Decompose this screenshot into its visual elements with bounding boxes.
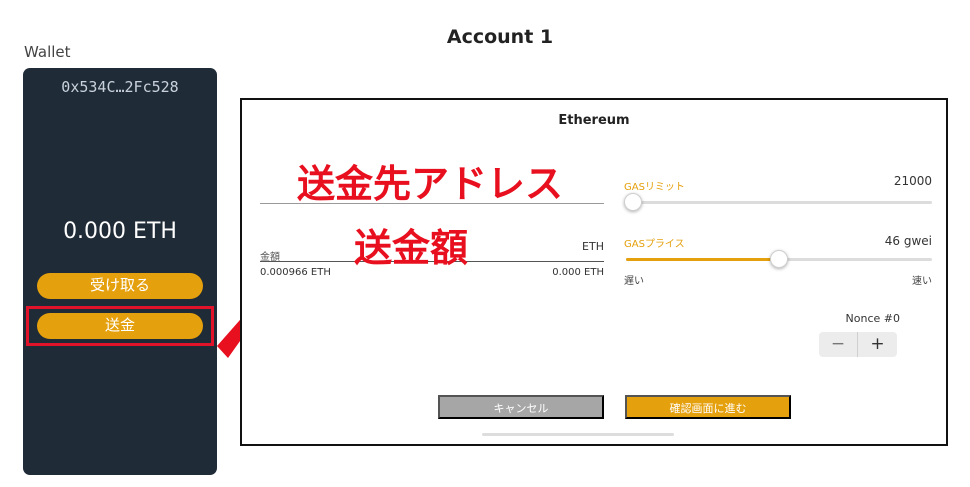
gas-price-label: GASプライス — [624, 239, 685, 250]
wallet-label: Wallet — [24, 43, 71, 61]
gas-limit-value: 21000 — [893, 174, 932, 188]
destination-annotation: 送金先アドレス — [297, 162, 564, 206]
amount-annotation: 送金額 — [354, 226, 469, 270]
nonce-label: Nonce #0 — [845, 312, 900, 325]
amount-value: 0.000966 ETH — [260, 267, 331, 278]
gas-limit-label: GASリミット — [624, 182, 685, 193]
confirm-button[interactable]: 確認画面に進む — [625, 395, 791, 419]
receive-button[interactable]: 受け取る — [37, 273, 203, 299]
send-dialog: Ethereum 送金先アドレス 金額 ETH 0.000966 ETH 0.0… — [240, 98, 948, 446]
nonce-decrement-button[interactable]: − — [819, 332, 858, 357]
nonce-stepper: − + — [819, 332, 897, 357]
gas-price-slider-handle[interactable] — [770, 250, 788, 268]
home-indicator — [482, 433, 674, 436]
fast-label: 速い — [912, 276, 932, 287]
cancel-button[interactable]: キャンセル — [438, 395, 604, 419]
wallet-panel: 0x534C…2Fc528 0.000 ETH 受け取る 送金 — [23, 68, 217, 475]
amount-unit: ETH — [582, 240, 604, 253]
send-button[interactable]: 送金 — [37, 313, 203, 339]
gas-price-slider-fill — [626, 258, 779, 261]
account-title: Account 1 — [446, 26, 554, 48]
gas-limit-slider[interactable] — [626, 201, 932, 204]
wallet-balance: 0.000 ETH — [63, 219, 177, 244]
gas-price-value: 46 gwei — [884, 234, 932, 248]
wallet-address[interactable]: 0x534C…2Fc528 — [23, 78, 217, 96]
amount-converted: 0.000 ETH — [552, 267, 604, 278]
gas-limit-slider-handle[interactable] — [624, 193, 642, 211]
nonce-increment-button[interactable]: + — [858, 332, 897, 357]
dialog-title: Ethereum — [558, 113, 630, 128]
slow-label: 遅い — [624, 276, 644, 287]
